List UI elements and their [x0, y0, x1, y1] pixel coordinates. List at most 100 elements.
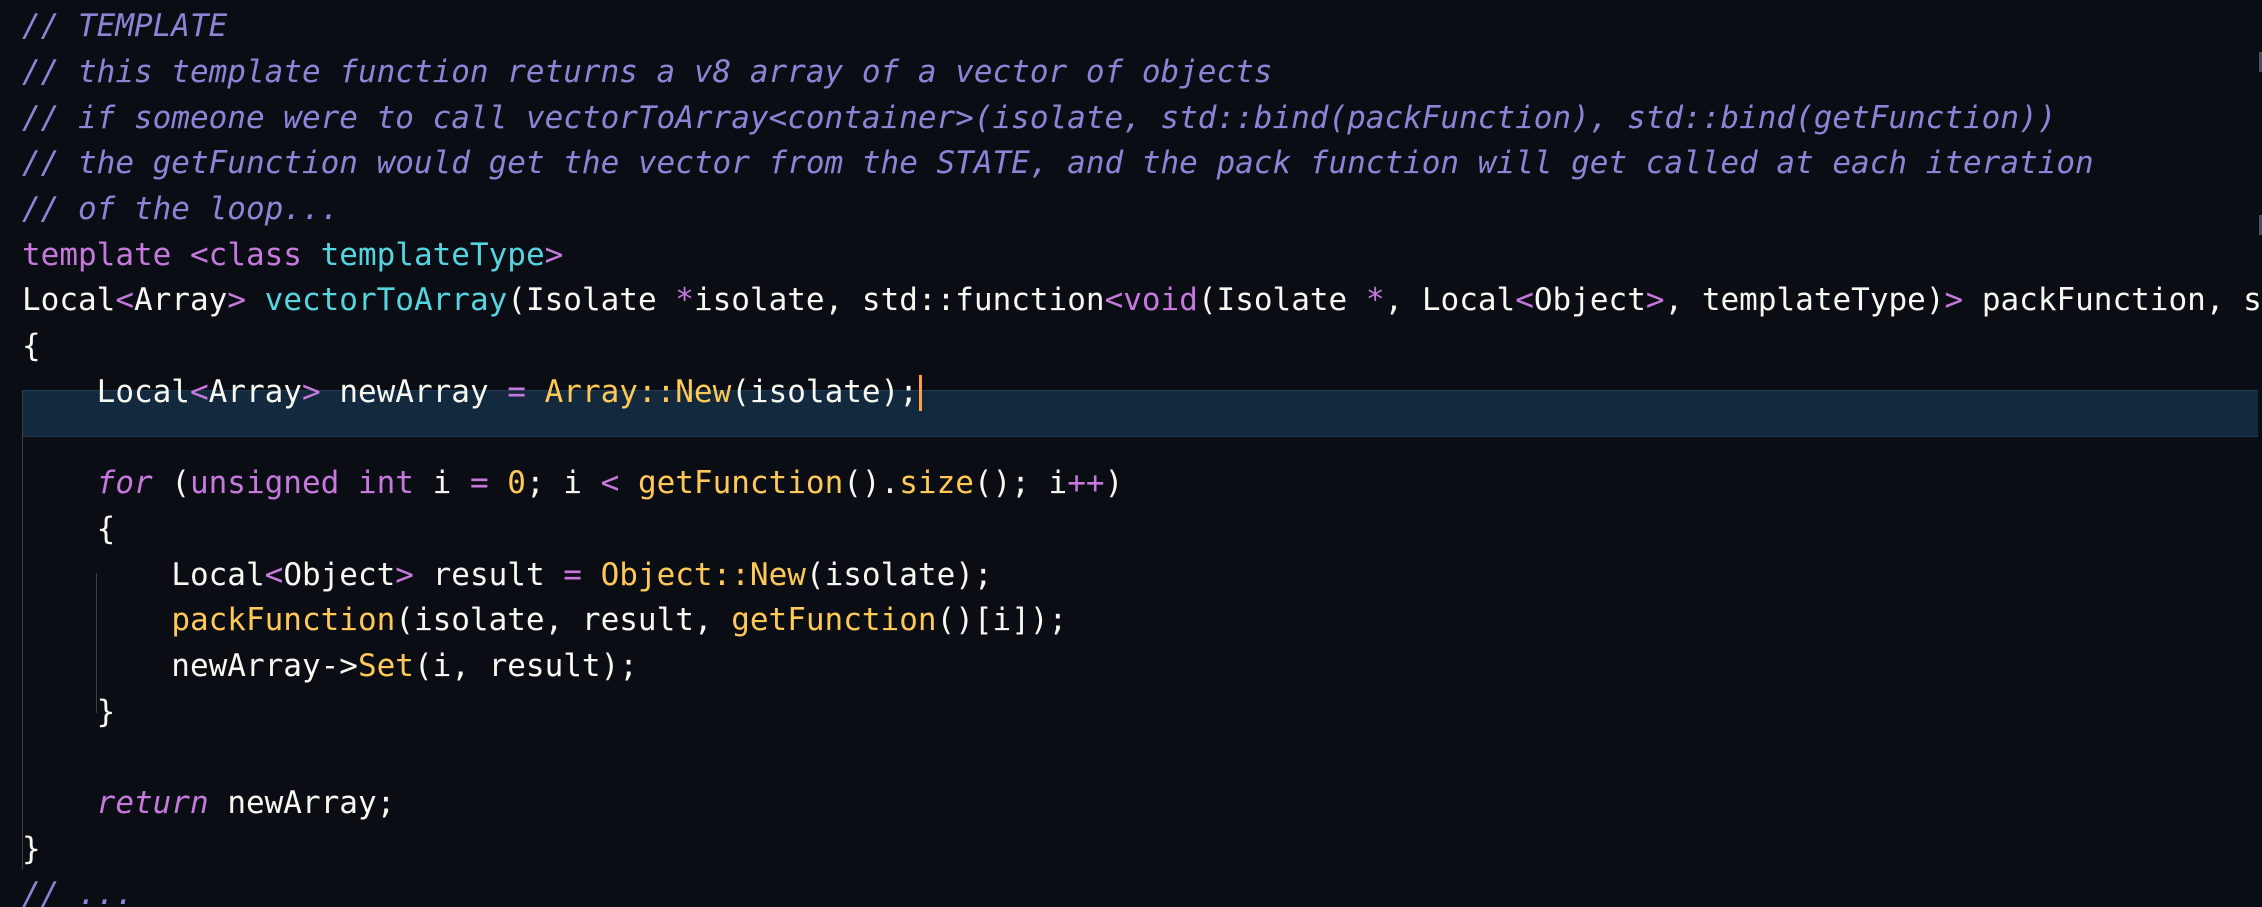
code-line-text: // the getFunction would get the vector … [22, 141, 2094, 187]
code-token: templateType [320, 236, 545, 273]
code-token: { [22, 328, 41, 365]
code-token: 0 [507, 465, 526, 502]
code-line-text: return newArray; [22, 781, 396, 827]
code-token: Array [208, 373, 302, 410]
code-line[interactable] [0, 415, 2262, 461]
code-line-text: // this template function returns a v8 a… [22, 50, 1272, 96]
code-token: newArray; [227, 785, 396, 822]
code-token: for [96, 465, 172, 502]
code-line[interactable]: packFunction(isolate, result, getFunctio… [0, 598, 2262, 644]
code-line[interactable]: Local<Array> newArray = Array::New(isola… [0, 370, 2262, 416]
code-token: ( [171, 465, 190, 502]
code-token: // the getFunction would get the vector … [22, 145, 2094, 182]
code-line-text: Local<Array> vectorToArray(Isolate *isol… [22, 278, 2262, 324]
code-token: class [208, 236, 321, 273]
code-token: Object::New [600, 556, 806, 593]
code-token: (isolate); [805, 556, 993, 593]
code-line-text: template <class templateType> [22, 233, 563, 279]
code-token: // if someone were to call vectorToArray… [22, 99, 2057, 136]
code-token: newArray-> [22, 647, 358, 684]
code-token: * [1365, 282, 1385, 319]
code-line-text: for (unsigned int i = 0; i < getFunction… [22, 461, 1124, 507]
code-token: > [395, 556, 433, 593]
code-token: (i, result); [413, 647, 638, 684]
code-line-text: Local<Array> newArray = Array::New(isola… [22, 370, 922, 416]
code-token: > [227, 282, 265, 319]
code-token: = [469, 465, 508, 502]
code-line-text: // if someone were to call vectorToArray… [22, 96, 2056, 142]
code-token: , Local [1384, 282, 1516, 319]
code-token: (isolate); [731, 373, 918, 410]
code-token: i [432, 465, 470, 502]
code-token: * [675, 282, 694, 319]
code-line[interactable]: // TEMPLATE [0, 4, 2262, 50]
code-token: > [301, 373, 340, 410]
code-token: Local [22, 282, 116, 319]
code-token: isolate, std::function [693, 282, 1105, 319]
code-line[interactable]: // this template function returns a v8 a… [0, 50, 2262, 96]
code-token: ; i [525, 465, 601, 502]
code-token: < [115, 282, 134, 319]
code-token: // this template function returns a v8 a… [22, 53, 1273, 90]
code-token: ++ [1067, 465, 1105, 502]
code-line[interactable]: } [0, 827, 2262, 873]
code-token: return [96, 785, 228, 822]
code-token: = [563, 556, 601, 593]
code-line-text: // ... [22, 872, 153, 907]
code-token: Local [22, 556, 265, 593]
code-token: Local [22, 373, 190, 410]
code-token: > [1944, 282, 1982, 319]
code-line[interactable] [0, 735, 2262, 781]
code-token: size [899, 465, 974, 502]
code-line[interactable]: for (unsigned int i = 0; i < getFunction… [0, 461, 2262, 507]
code-line[interactable]: Local<Array> vectorToArray(Isolate *isol… [0, 278, 2262, 324]
code-line[interactable]: // ... [0, 872, 2262, 907]
code-line-text: } [22, 827, 41, 873]
code-token: { [22, 510, 116, 547]
code-line[interactable]: // if someone were to call vectorToArray… [0, 96, 2262, 142]
code-token: Object [283, 556, 396, 593]
code-line[interactable]: // the getFunction would get the vector … [0, 141, 2262, 187]
code-line-text: // of the loop... [22, 187, 339, 233]
code-token: vectorToArray [264, 282, 508, 319]
code-token: < [1104, 282, 1124, 319]
code-token: > [1645, 282, 1665, 319]
code-token: } [22, 830, 41, 867]
code-token: ()[i]); [936, 602, 1068, 639]
code-line[interactable]: { [0, 324, 2262, 370]
code-token: (); i [973, 465, 1068, 502]
code-line[interactable]: } [0, 690, 2262, 736]
code-line-text: } [22, 690, 116, 736]
code-token: Array::New [544, 373, 732, 410]
code-line[interactable]: // of the loop... [0, 187, 2262, 233]
code-token: getFunction [637, 465, 844, 502]
code-line-text: packFunction(isolate, result, getFunctio… [22, 598, 1067, 644]
code-token: > [544, 236, 564, 273]
code-token: = [507, 373, 545, 410]
code-line-text: { [22, 324, 41, 370]
code-token: , templateType) [1664, 282, 1945, 319]
code-line[interactable]: return newArray; [0, 781, 2262, 827]
code-editor[interactable]: // TEMPLATE // this template function ret… [0, 0, 2262, 907]
code-line[interactable]: template <class templateType> [0, 233, 2262, 279]
code-token: newArray [339, 373, 508, 410]
code-line-text: { [22, 507, 116, 553]
code-token: < [264, 556, 284, 593]
code-line[interactable]: { [0, 507, 2262, 553]
code-line-text: // TEMPLATE [22, 4, 227, 50]
code-token: < [600, 465, 638, 502]
code-token: packFunction, st [1981, 282, 2262, 319]
code-token: // ... [22, 876, 153, 907]
code-line[interactable]: Local<Object> result = Object::New(isola… [0, 553, 2262, 599]
code-token: unsigned int [189, 465, 433, 502]
code-token: < [1515, 282, 1534, 319]
code-token: Array [134, 282, 228, 319]
code-token: (Isolate [507, 282, 676, 319]
text-cursor [918, 375, 922, 412]
code-token: void [1123, 282, 1198, 319]
code-line[interactable]: newArray->Set(i, result); [0, 644, 2262, 690]
code-token: < [189, 373, 209, 410]
